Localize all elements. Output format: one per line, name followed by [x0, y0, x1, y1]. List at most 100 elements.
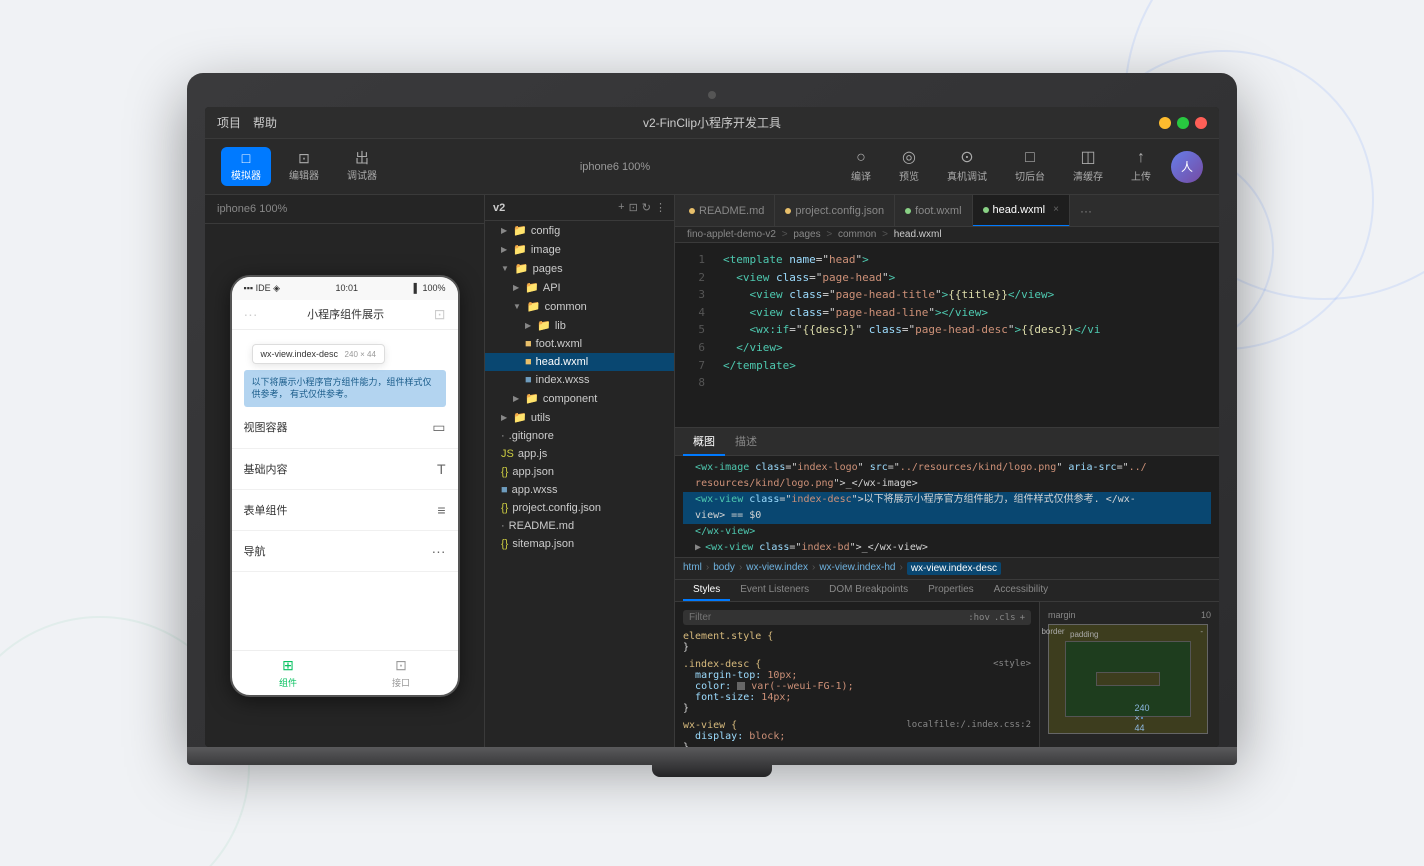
tree-item-sitemap[interactable]: {} sitemap.json: [485, 535, 674, 553]
phone-nav-component[interactable]: ⊞ 组件: [232, 657, 345, 689]
dom-tag-wxview-index[interactable]: wx-view.index: [746, 562, 808, 575]
simulator-button[interactable]: □ 模拟器: [221, 147, 271, 186]
bm-border-val: -: [1200, 627, 1203, 636]
debugger-button[interactable]: 出 调试器: [337, 147, 387, 186]
phone-section-1[interactable]: 基础内容 T: [232, 449, 458, 490]
editor-breadcrumb: fino-applet-demo-v2 > pages > common > h…: [675, 227, 1219, 243]
tooltip-size: 240 × 44: [345, 350, 376, 359]
styles-tab[interactable]: Styles: [683, 580, 730, 601]
tree-item-app-wxss[interactable]: ■ app.wxss: [485, 481, 674, 499]
tree-item-project-json[interactable]: {} project.config.json: [485, 499, 674, 517]
dom-tag-html[interactable]: html: [683, 562, 702, 575]
phone-section-3[interactable]: 导航 ···: [232, 531, 458, 572]
style-selector: .index-desc {: [683, 659, 761, 670]
tab-project-config[interactable]: project.config.json: [775, 195, 895, 227]
real-debug-action[interactable]: ⊙ 真机调试: [939, 146, 995, 187]
phone-nav-api[interactable]: ⊡ 接口: [345, 657, 458, 689]
app-title: v2-FinClip小程序开发工具: [643, 114, 781, 131]
tree-item-image[interactable]: ▶ 📁 image: [485, 240, 674, 259]
cls-badge[interactable]: .cls: [994, 613, 1016, 623]
new-file-icon[interactable]: +: [618, 201, 624, 214]
html-source-line-selected-2: view> == $0: [683, 508, 1211, 524]
upload-action[interactable]: ↑ 上传: [1123, 146, 1159, 187]
phone-section-0[interactable]: 视图容器 ▭: [232, 407, 458, 449]
menu-project[interactable]: 项目: [217, 114, 241, 131]
chevron-icon: ▶: [513, 394, 519, 403]
dom-tag-wxview-hd[interactable]: wx-view.index-hd: [819, 562, 895, 575]
tab-foot-wxml[interactable]: foot.wxml: [895, 195, 972, 227]
dom-tag-wxview-desc[interactable]: wx-view.index-desc: [907, 562, 1001, 575]
tree-item-lib[interactable]: ▶ 📁 lib: [485, 316, 674, 335]
element-tooltip: wx-view.index-desc 240 × 44: [252, 344, 385, 364]
section-label-2: 表单组件: [244, 502, 288, 518]
code-content[interactable]: <template name="head"> <view class="page…: [711, 243, 1219, 427]
html-source-tab[interactable]: 概图: [683, 428, 725, 456]
add-badge[interactable]: +: [1020, 613, 1025, 623]
menu-help[interactable]: 帮助: [253, 114, 277, 131]
phone-title-bar: ··· 小程序组件展示 ⊡: [232, 300, 458, 330]
file-icon: ·: [501, 520, 505, 532]
hov-badge[interactable]: :hov: [968, 613, 990, 623]
laptop-base: [187, 747, 1237, 765]
phone-bottom-nav: ⊞ 组件 ⊡ 接口: [232, 650, 458, 695]
tree-item-config[interactable]: ▶ 📁 config: [485, 221, 674, 240]
compile-action[interactable]: ○ 编译: [843, 146, 879, 187]
new-folder-icon[interactable]: ⊡: [629, 201, 638, 214]
tab-head-wxml[interactable]: head.wxml ×: [973, 195, 1070, 227]
tree-item-component[interactable]: ▶ 📁 component: [485, 389, 674, 408]
clear-cache-action[interactable]: ◫ 清缓存: [1065, 146, 1111, 187]
phone-time: 10:01: [336, 283, 359, 293]
user-avatar[interactable]: 人: [1171, 151, 1203, 183]
section-label-0: 视图容器: [244, 419, 288, 435]
title-bar: 项目 帮助 v2-FinClip小程序开发工具: [205, 107, 1219, 139]
style-source[interactable]: localfile:/.index.css:2: [906, 720, 1031, 730]
style-source[interactable]: <style>: [993, 659, 1031, 669]
section-icon-0: ▭: [432, 419, 445, 436]
close-button[interactable]: [1195, 117, 1207, 129]
bm-padding-label: padding: [1070, 630, 1098, 639]
editor-label: 编辑器: [289, 167, 319, 182]
tree-item-api[interactable]: ▶ 📁 API: [485, 278, 674, 297]
dom-tag-body[interactable]: body: [713, 562, 735, 575]
maximize-button[interactable]: [1177, 117, 1189, 129]
refresh-icon[interactable]: ↻: [642, 201, 651, 214]
event-listeners-tab[interactable]: Event Listeners: [730, 580, 819, 601]
tree-item-head-wxml[interactable]: ■ head.wxml: [485, 353, 674, 371]
properties-tab[interactable]: Properties: [918, 580, 984, 601]
style-val: 10px;: [767, 670, 797, 681]
phone-section-2[interactable]: 表单组件 ≡: [232, 490, 458, 531]
dom-breakpoints-tab[interactable]: DOM Breakpoints: [819, 580, 918, 601]
box-model-label: margin 10: [1048, 610, 1211, 620]
tree-item-foot-wxml[interactable]: ■ foot.wxml: [485, 335, 674, 353]
accessibility-tab[interactable]: Accessibility: [984, 580, 1058, 601]
tab-readme[interactable]: README.md: [679, 195, 775, 227]
code-line-3: <view class="page-head-title">{{title}}<…: [723, 286, 1207, 304]
tree-item-app-js[interactable]: JS app.js: [485, 445, 674, 463]
minimize-button[interactable]: [1159, 117, 1171, 129]
tree-item-label: pages: [533, 263, 563, 275]
tree-item-readme[interactable]: · README.md: [485, 517, 674, 535]
tree-item-pages[interactable]: ▼ 📁 pages: [485, 259, 674, 278]
collapse-icon[interactable]: ⋮: [655, 201, 666, 214]
styles-filter-input[interactable]: [689, 612, 964, 623]
tree-item-utils[interactable]: ▶ 📁 utils: [485, 408, 674, 427]
tree-item-gitignore[interactable]: · .gitignore: [485, 427, 674, 445]
tab-more-icon[interactable]: ···: [1074, 204, 1098, 218]
console-tab[interactable]: 描述: [725, 428, 767, 456]
folder-icon: 📁: [525, 281, 539, 294]
tab-label: head.wxml: [993, 204, 1046, 216]
tree-item-app-json[interactable]: {} app.json: [485, 463, 674, 481]
chevron-icon: ▶: [513, 283, 519, 292]
section-label-1: 基础内容: [244, 461, 288, 477]
tree-item-label: head.wxml: [536, 356, 589, 368]
file-tree-header: v2 + ⊡ ↻ ⋮: [485, 195, 674, 221]
tab-close-icon[interactable]: ×: [1053, 204, 1059, 215]
preview-action[interactable]: ◎ 预览: [891, 146, 927, 187]
tree-item-index-wxss[interactable]: ■ index.wxss: [485, 371, 674, 389]
background-action[interactable]: □ 切后台: [1007, 146, 1053, 187]
editor-button[interactable]: ⊡ 编辑器: [279, 147, 329, 186]
box-model-panel: margin 10 border -: [1039, 602, 1219, 747]
window-controls: [1159, 117, 1207, 129]
tree-item-common[interactable]: ▼ 📁 common: [485, 297, 674, 316]
file-icon: JS: [501, 448, 514, 460]
